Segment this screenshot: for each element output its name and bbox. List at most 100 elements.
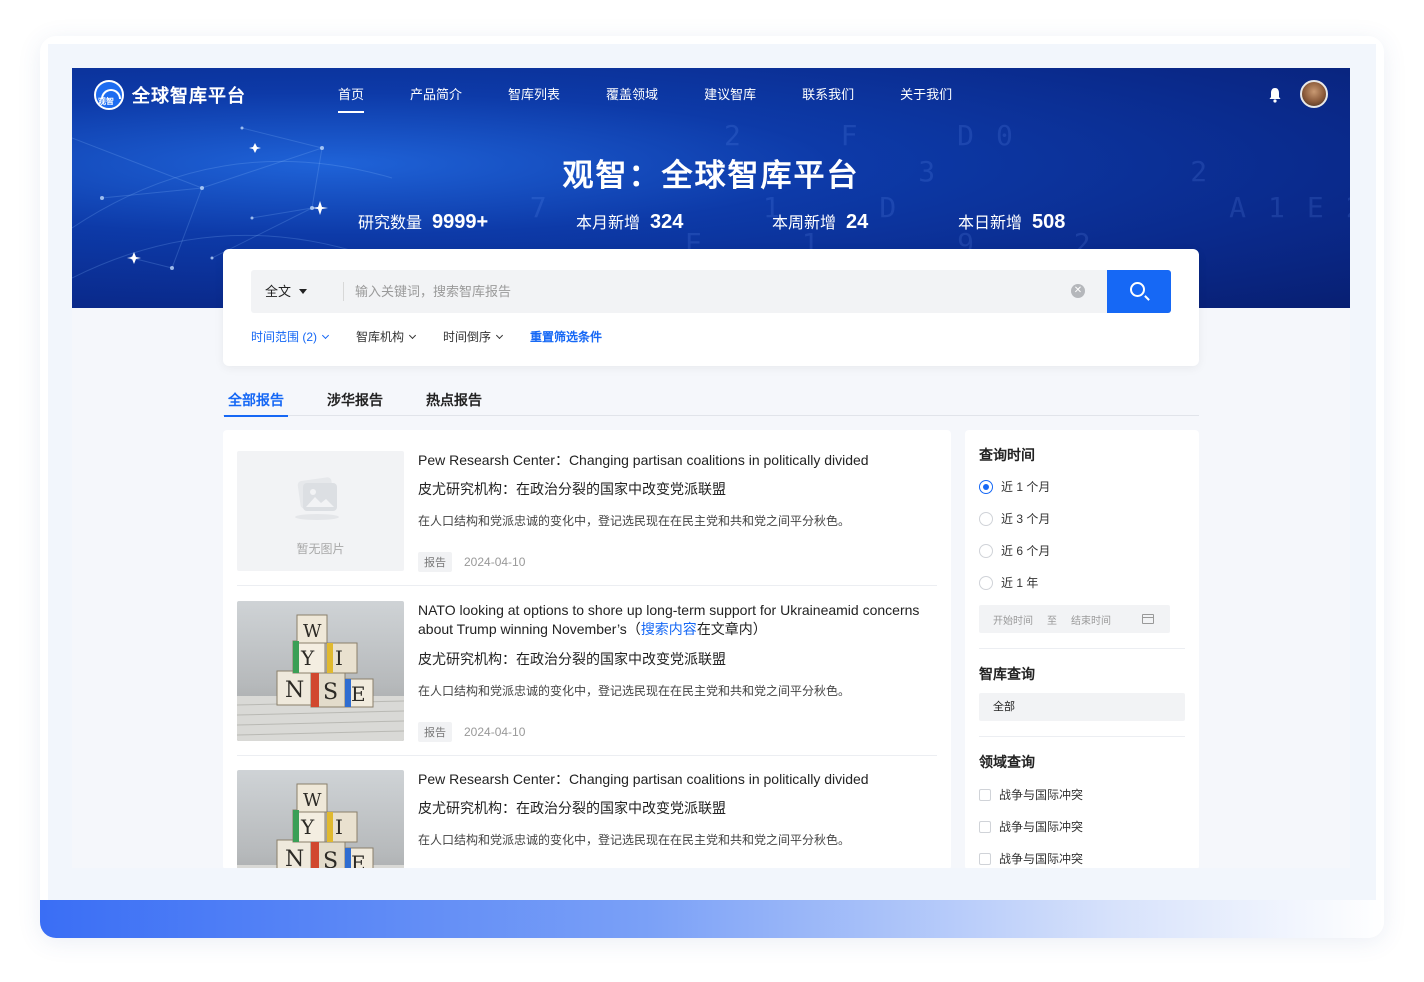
think-tank-select[interactable]: 全部: [979, 693, 1185, 721]
report-title[interactable]: NATO looking at options to shore up long…: [418, 601, 928, 639]
domain-option[interactable]: 战争与国际冲突: [979, 850, 1083, 867]
radio-label: 近 1 年: [1001, 576, 1039, 590]
nav-item-contact[interactable]: 联系我们: [802, 68, 854, 122]
filter-label: 时间范围 (2): [251, 330, 318, 344]
domain-option[interactable]: 战争与国际冲突: [979, 786, 1083, 803]
search-button[interactable]: [1107, 270, 1171, 313]
filter-time-range[interactable]: 时间范围 (2): [251, 328, 330, 345]
nav-item-home[interactable]: 首页: [338, 68, 365, 122]
search-input[interactable]: [355, 270, 1055, 313]
divider: [237, 755, 937, 756]
hero-title: 观智：全球智库平台: [562, 158, 860, 193]
nav-item-product[interactable]: 产品简介: [410, 68, 462, 122]
search-card: 全文 ✕ 时间范围 (2) 智库机构: [223, 249, 1199, 366]
search-highlight: 搜索内容: [640, 621, 697, 637]
main-nav: 首页 产品简介 智库列表 覆盖领域 建议智库 联系我们 关于我们: [338, 68, 998, 122]
radio-6-months[interactable]: 近 6 个月: [979, 542, 1050, 559]
stat-week: 本周新增 24: [772, 209, 868, 234]
nav-item-think-tank-list[interactable]: 智库列表: [508, 68, 560, 122]
report-meta: 报告 2024-04-10: [418, 722, 525, 742]
report-description: 在人口结构和党派忠诚的变化中，登记选民现在在民主党和共和党之间平分秋色。: [418, 684, 851, 698]
domain-option[interactable]: 战争与国际冲突: [979, 818, 1083, 835]
svg-text:I: I: [335, 646, 343, 670]
brand-logo[interactable]: 全球智库平台: [94, 80, 246, 110]
search-bar: 全文 ✕: [251, 270, 1171, 313]
calendar-icon[interactable]: [1142, 614, 1154, 624]
report-tag: 报告: [418, 722, 452, 742]
svg-text:W: W: [303, 790, 322, 811]
svg-text:N: N: [285, 847, 304, 868]
divider: [343, 282, 344, 301]
search-icon: [1130, 282, 1145, 297]
svg-text:N: N: [285, 678, 304, 703]
report-subtitle: 皮尤研究机构：在政治分裂的国家中改变党派联盟: [418, 800, 726, 816]
radio-button[interactable]: [979, 575, 993, 590]
nav-item-coverage[interactable]: 覆盖领域: [606, 68, 658, 122]
radio-1-month[interactable]: 近 1 个月: [979, 478, 1050, 495]
app-window: 2 F D0 4 9 3 2 7 8 7 1 D A1E2C A 1 E 1 9…: [72, 68, 1350, 868]
search-scope-select[interactable]: 全文: [265, 270, 308, 313]
nav-item-about[interactable]: 关于我们: [900, 68, 952, 122]
user-avatar[interactable]: [1300, 80, 1328, 108]
radio-label: 近 1 个月: [1001, 480, 1051, 494]
bell-icon[interactable]: [1268, 87, 1282, 103]
radio-button[interactable]: [979, 543, 993, 558]
close-circle-icon[interactable]: ✕: [1071, 284, 1085, 298]
report-title[interactable]: Pew Researsh Center：Changing partisan co…: [418, 770, 928, 789]
stat-value: 508: [1032, 211, 1066, 233]
stat-label: 本月新增: [576, 215, 641, 232]
tab-china-reports[interactable]: 涉华报告: [327, 390, 383, 416]
end-date-field[interactable]: 结束时间: [1071, 612, 1111, 627]
divider: [979, 736, 1185, 737]
list-item[interactable]: N S E Y I W NATO looking at options to s…: [237, 601, 937, 742]
news-cubes-image: N S E Y I W: [237, 614, 404, 741]
stat-label: 本日新增: [958, 215, 1023, 232]
report-list: 暂无图片 Pew Researsh Center：Changing partis…: [223, 430, 951, 868]
checkbox-label: 战争与国际冲突: [999, 820, 1084, 834]
report-subtitle: 皮尤研究机构：在政治分裂的国家中改变党派联盟: [418, 481, 726, 497]
list-item[interactable]: N S E Y I W Pew Researsh Center：Changing…: [237, 770, 937, 868]
svg-text:E: E: [351, 851, 366, 868]
filter-label: 智库机构: [356, 330, 405, 344]
nav-item-suggest[interactable]: 建议智库: [704, 68, 756, 122]
image-placeholder-icon: [295, 477, 339, 520]
start-date-field[interactable]: 开始时间: [993, 612, 1033, 627]
report-thumbnail: N S E Y I W: [237, 601, 404, 741]
radio-label: 近 6 个月: [1001, 544, 1051, 558]
checkbox[interactable]: [979, 788, 991, 801]
list-item[interactable]: 暂无图片 Pew Researsh Center：Changing partis…: [237, 451, 937, 572]
radio-button[interactable]: [979, 511, 993, 526]
stat-value: 9999+: [432, 211, 489, 233]
screenshot-frame: 2 F D0 4 9 3 2 7 8 7 1 D A1E2C A 1 E 1 9…: [40, 36, 1384, 938]
stat-month: 本月新增 324: [576, 209, 683, 234]
svg-text:Y: Y: [300, 646, 315, 670]
report-description: 在人口结构和党派忠诚的变化中，登记选民现在在民主党和共和党之间平分秋色。: [418, 514, 851, 528]
checkbox[interactable]: [979, 852, 991, 865]
tab-hot-reports[interactable]: 热点报告: [426, 390, 482, 416]
report-meta: 报告 2024-04-10: [418, 552, 525, 572]
filter-think-tank[interactable]: 智库机构: [356, 328, 417, 345]
reset-filters-link[interactable]: 重置筛选条件: [530, 328, 602, 345]
radio-button[interactable]: [979, 479, 993, 494]
divider: [237, 585, 937, 586]
filter-bar: 时间范围 (2) 智库机构 时间倒序 重置筛选条件: [251, 328, 602, 345]
hero-stats: 研究数量 9999+ 本月新增 324 本周新增 24 本日新增 508: [72, 209, 1350, 239]
filter-label: 时间倒序: [443, 330, 492, 344]
date-range-picker[interactable]: 开始时间 至 结束时间: [979, 605, 1170, 633]
stat-day: 本日新增 508: [958, 209, 1065, 234]
report-title[interactable]: Pew Researsh Center：Changing partisan co…: [418, 451, 928, 470]
checkbox[interactable]: [979, 820, 991, 833]
sidebar-heading-time: 查询时间: [979, 447, 1035, 463]
tab-all-reports[interactable]: 全部报告: [224, 390, 288, 417]
report-date: 2024-04-10: [464, 555, 526, 569]
chevron-down-icon: [321, 331, 330, 339]
filter-sort[interactable]: 时间倒序: [443, 328, 504, 345]
stat-label: 研究数量: [358, 215, 423, 232]
radio-3-months[interactable]: 近 3 个月: [979, 510, 1050, 527]
radio-1-year[interactable]: 近 1 年: [979, 574, 1038, 591]
filter-sidebar: 查询时间 近 1 个月 近 3 个月 近 6 个月 近 1 年 开始时间 至 结…: [965, 430, 1199, 868]
brand-logo-icon: [94, 80, 124, 110]
report-description: 在人口结构和党派忠诚的变化中，登记选民现在在民主党和共和党之间平分秋色。: [418, 833, 851, 847]
no-image-text: 暂无图片: [296, 542, 345, 556]
divider: [979, 648, 1185, 649]
